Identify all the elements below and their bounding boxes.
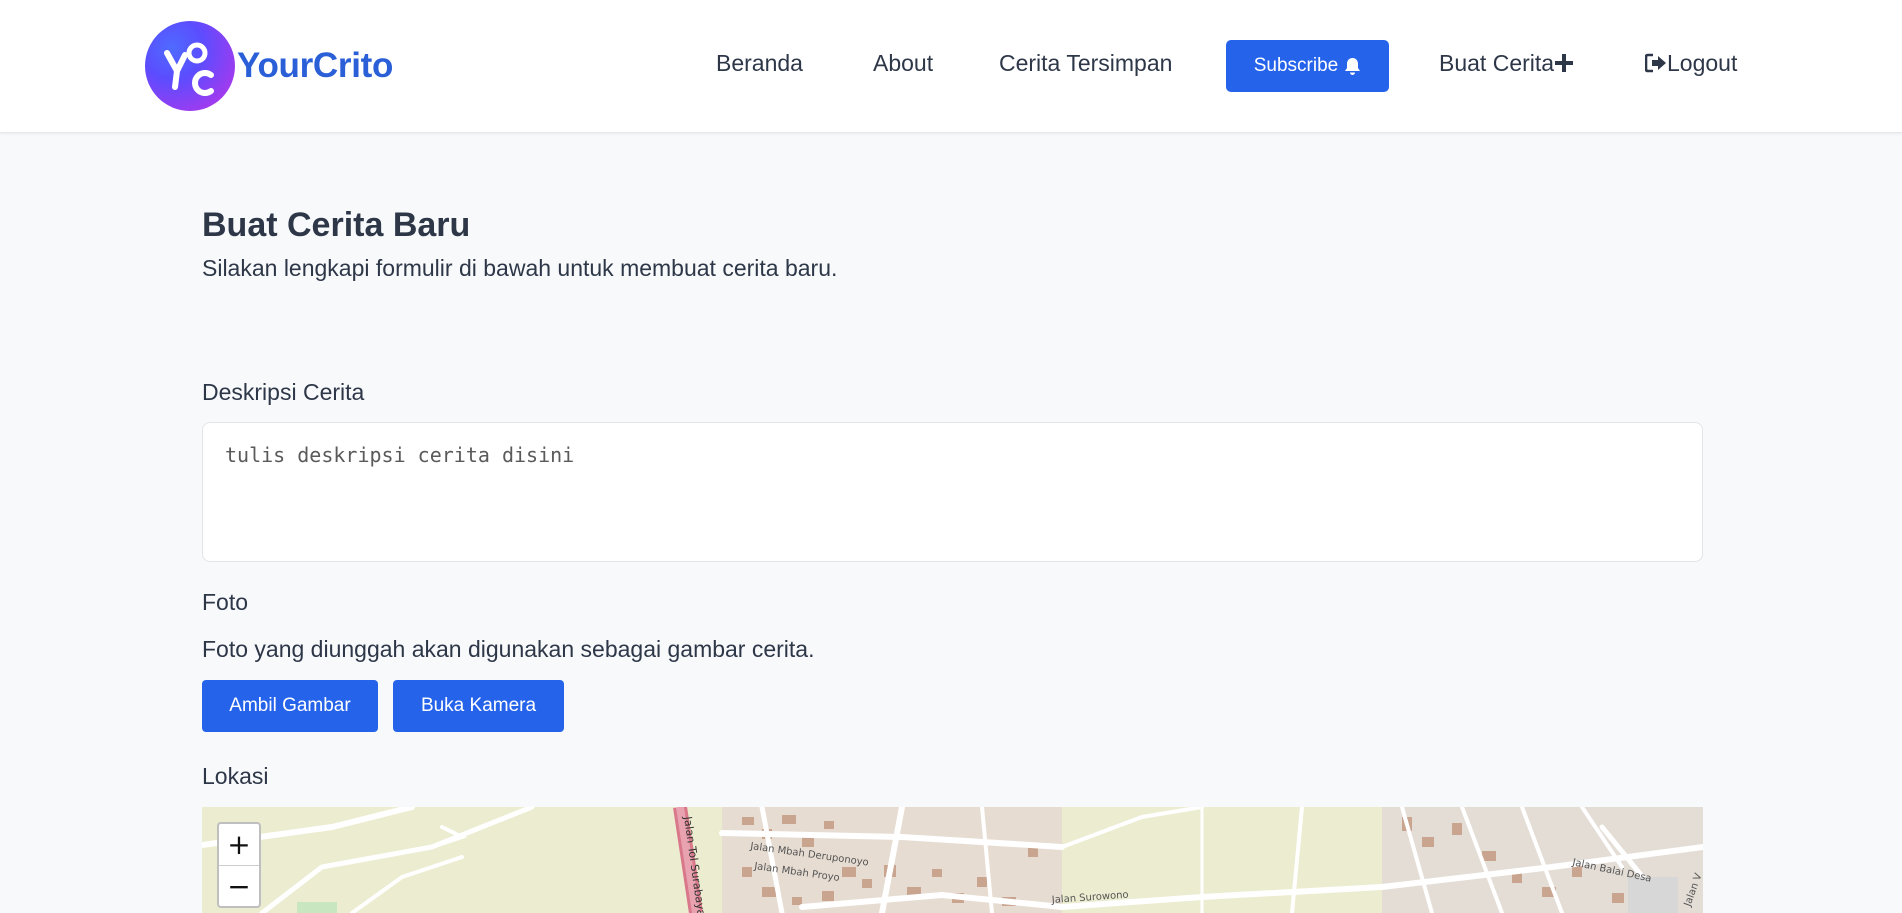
- description-textarea[interactable]: [202, 422, 1703, 562]
- subscribe-label: Subscribe: [1253, 55, 1339, 76]
- zoom-in-button[interactable]: +: [219, 824, 259, 865]
- subscribe-button[interactable]: Subscribe: [1226, 40, 1389, 92]
- location-label: Lokasi: [202, 763, 269, 789]
- nav-about[interactable]: About: [873, 50, 933, 77]
- nav-create-label: Buat Cerita: [1439, 50, 1555, 76]
- nav-home[interactable]: Beranda: [716, 50, 803, 77]
- photo-help-text: Foto yang diunggah akan digunakan sebaga…: [202, 636, 815, 662]
- zoom-out-button[interactable]: −: [219, 865, 259, 906]
- site-header: YourCrito Beranda About Cerita Tersimpan…: [0, 0, 1902, 133]
- nav-logout-label: Logout: [1667, 50, 1738, 76]
- photo-label: Foto: [202, 589, 249, 615]
- logo-mark-icon: [164, 42, 214, 96]
- page-subtitle: Silakan lengkapi formulir di bawah untuk…: [202, 255, 838, 281]
- open-camera-button[interactable]: Buka Kamera: [393, 680, 564, 732]
- map-tiles: Jalan Tol Surabaya Jalan Mbah Deruponoyo…: [202, 807, 1703, 913]
- plus-icon: [1555, 53, 1574, 72]
- logo: [145, 21, 235, 111]
- nav-create-story[interactable]: Buat Cerita: [1439, 50, 1574, 77]
- logout-icon: [1645, 53, 1666, 73]
- brand-name: YourCrito: [237, 46, 394, 85]
- description-label: Deskripsi Cerita: [202, 379, 365, 405]
- bell-icon: [1345, 57, 1361, 75]
- brand[interactable]: YourCrito: [145, 20, 393, 112]
- location-map[interactable]: Jalan Tol Surabaya Jalan Mbah Deruponoyo…: [202, 807, 1703, 913]
- map-zoom-control: + −: [217, 822, 261, 908]
- nav-logout[interactable]: Logout: [1645, 50, 1737, 77]
- nav-saved-stories[interactable]: Cerita Tersimpan: [999, 50, 1172, 77]
- take-picture-button[interactable]: Ambil Gambar: [202, 680, 378, 732]
- page-title: Buat Cerita Baru: [202, 206, 471, 244]
